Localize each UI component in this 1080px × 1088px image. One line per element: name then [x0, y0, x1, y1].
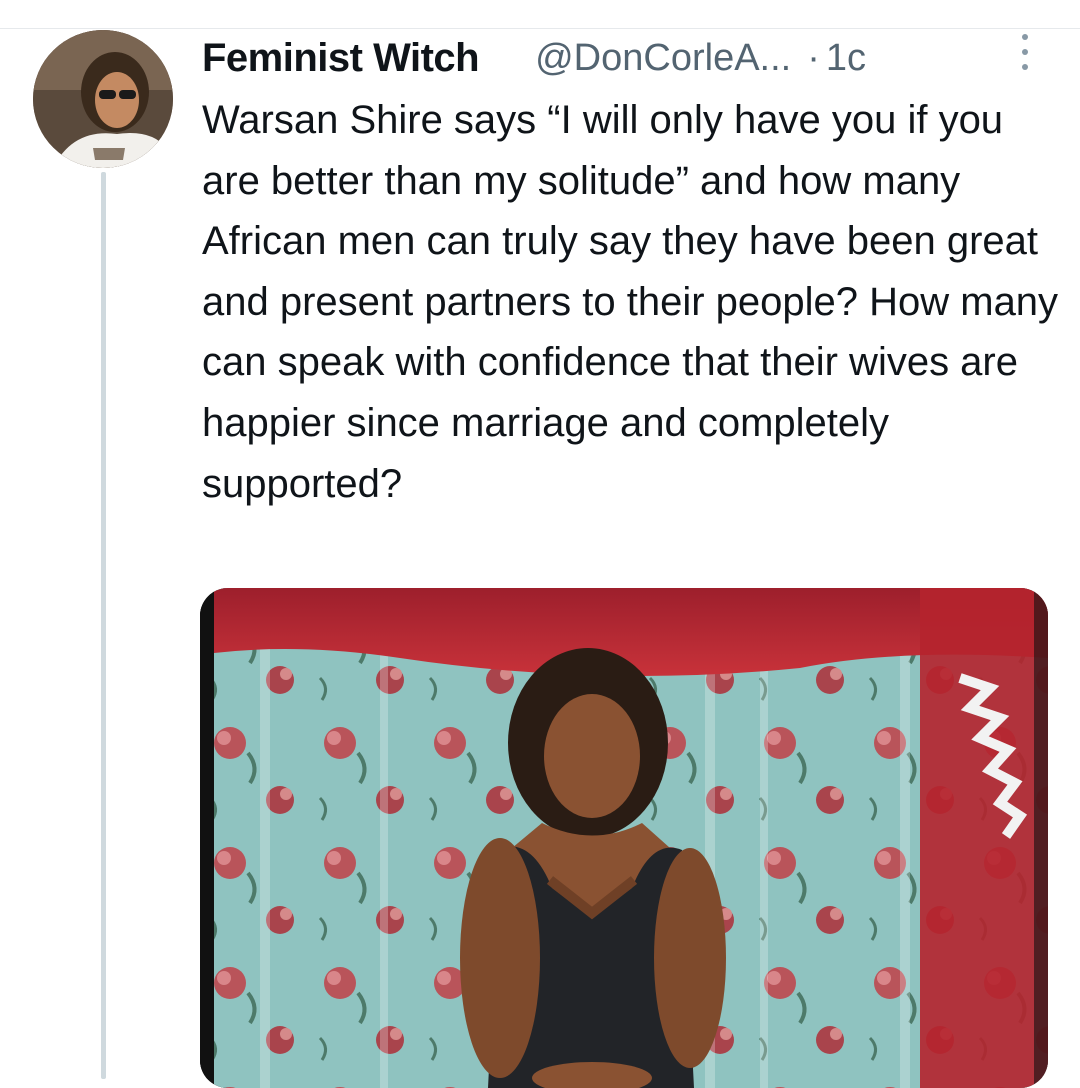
display-name[interactable]: Feminist Witch [202, 36, 480, 81]
avatar[interactable] [33, 30, 173, 168]
crescent-moon-icon [483, 38, 523, 78]
video-still-image [200, 588, 1048, 1088]
top-divider [0, 28, 1080, 29]
tweet-media[interactable] [200, 588, 1048, 1088]
thread-line [101, 172, 106, 1079]
more-options-icon[interactable] [1018, 34, 1032, 70]
avatar-image [33, 30, 173, 168]
tweet-text: Warsan Shire says “I will only have you … [202, 98, 1059, 506]
handle[interactable]: @DonCorleA... [535, 37, 791, 80]
timestamp[interactable]: 1c [826, 37, 866, 80]
separator-dot: · [807, 36, 820, 79]
tweet-header: Feminist Witch @DonCorleA... · 1c [202, 30, 866, 86]
